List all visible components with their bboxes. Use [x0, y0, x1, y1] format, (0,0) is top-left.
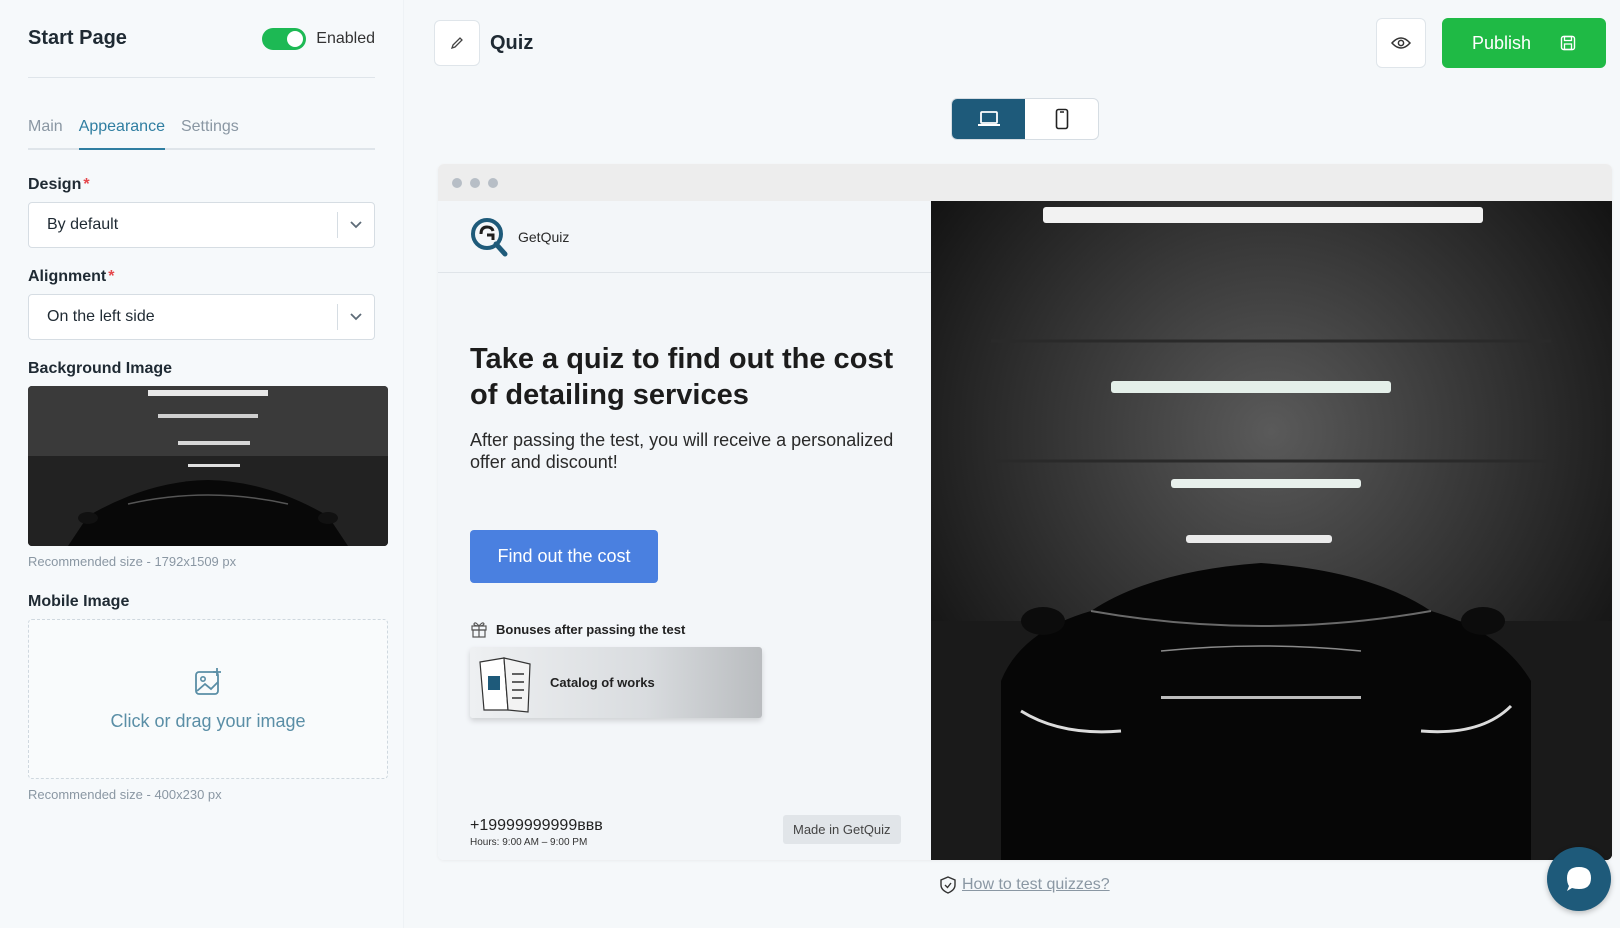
quiz-headline: Take a quiz to find out the cost of deta… [470, 343, 894, 411]
gift-icon [471, 622, 487, 638]
save-icon [1560, 35, 1576, 51]
mobile-image-label: Mobile Image [28, 593, 130, 610]
edit-title-button[interactable] [434, 20, 480, 66]
editor-topbar: Quiz Publish [418, 0, 1620, 72]
enabled-toggle-group: Enabled [262, 27, 375, 50]
settings-sidebar: Start Page Enabled Main Appearance Setti… [0, 0, 404, 928]
quiz-title: Quiz [490, 32, 534, 54]
tab-settings[interactable]: Settings [181, 114, 239, 150]
smartphone-icon [1055, 108, 1068, 130]
enabled-label: Enabled [316, 29, 375, 47]
enabled-toggle[interactable] [262, 27, 307, 50]
design-label-text: Design [28, 176, 82, 193]
chevron-down-icon[interactable] [338, 313, 374, 321]
tab-appearance[interactable]: Appearance [78, 114, 165, 150]
car-garage-image [931, 201, 1612, 860]
bonus-heading: Bonuses after passing the test [470, 620, 685, 638]
required-mark: * [108, 268, 115, 285]
alignment-select[interactable]: On the left side [28, 294, 375, 340]
design-label: Design * [28, 176, 375, 194]
publish-button[interactable]: Publish [1442, 18, 1606, 68]
sidebar-header: Start Page Enabled [28, 0, 375, 78]
laptop-icon [977, 111, 1000, 126]
eye-icon [1391, 37, 1411, 49]
business-hours: Hours: 9:00 AM – 9:00 PM [470, 837, 588, 848]
design-select[interactable]: By default [28, 202, 375, 248]
desktop-view-button[interactable] [952, 99, 1025, 139]
tab-main[interactable]: Main [28, 114, 63, 150]
add-image-icon [195, 667, 221, 695]
chevron-down-icon[interactable] [338, 221, 374, 229]
preview-content: GetQuiz Take a quiz to find out the cost… [438, 201, 931, 860]
car-garage-image [28, 386, 388, 546]
pencil-icon [450, 37, 463, 50]
bonus-heading-text: Bonuses after passing the test [496, 621, 686, 637]
mobile-view-button[interactable] [1025, 99, 1098, 139]
chat-bubble-icon [1567, 867, 1591, 891]
contact-phone: +19999999999ввв [470, 817, 603, 834]
dropzone-text: Click or drag your image [110, 710, 306, 731]
window-dot [470, 177, 480, 188]
mobile-image-hint: Recommended size - 400x230 px [28, 787, 222, 802]
device-switcher [951, 98, 1099, 140]
design-select-value: By default [47, 216, 119, 233]
background-image-hint: Recommended size - 1792x1509 px [28, 554, 237, 569]
alignment-label: Alignment * [28, 268, 375, 286]
background-image-label: Background Image [28, 360, 173, 377]
window-dot [452, 177, 462, 188]
quiz-subtitle: After passing the test, you will receive… [470, 430, 894, 472]
shield-icon [940, 876, 956, 894]
window-dot [488, 177, 498, 188]
find-out-cost-button[interactable]: Find out the cost [470, 530, 658, 583]
preview-background-image [931, 201, 1612, 860]
background-image-thumbnail[interactable] [28, 386, 388, 546]
required-mark: * [83, 176, 90, 193]
browser-chrome-bar [438, 164, 1612, 201]
chat-widget-button[interactable] [1547, 847, 1611, 911]
catalog-icon [470, 647, 540, 718]
quiz-preview: GetQuiz Take a quiz to find out the cost… [438, 164, 1612, 860]
alignment-label-text: Alignment [28, 268, 107, 285]
bonus-card: Catalog of works [470, 647, 762, 718]
publish-label: Publish [1472, 32, 1532, 53]
preview-button[interactable] [1376, 18, 1426, 68]
mobile-image-dropzone[interactable]: Click or drag your image [28, 619, 388, 779]
made-in-badge[interactable]: Made in GetQuiz [783, 815, 901, 844]
getquiz-logo-icon [471, 217, 508, 256]
alignment-select-value: On the left side [47, 308, 155, 325]
bonus-item-text: Catalog of works [550, 675, 655, 690]
preview-header: GetQuiz [438, 201, 931, 273]
brand-name: GetQuiz [518, 228, 570, 245]
help-link-text: How to test quizzes? [962, 876, 1110, 893]
help-link[interactable]: How to test quizzes? [940, 876, 1110, 894]
settings-tabs: Main Appearance Settings [28, 114, 375, 150]
page-title: Start Page [28, 27, 127, 49]
